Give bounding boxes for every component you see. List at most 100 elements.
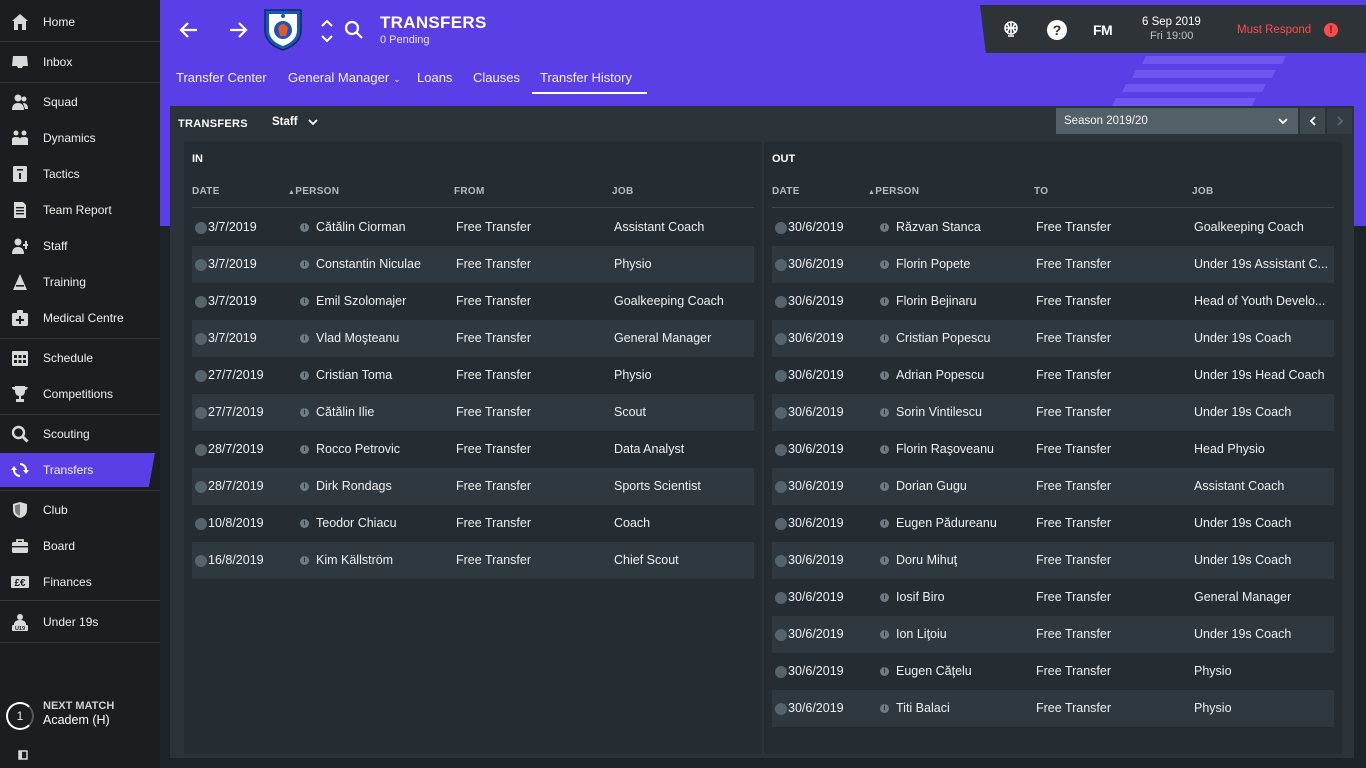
- column-header-person[interactable]: ▲PERSON: [868, 186, 919, 197]
- table-row[interactable]: 27/7/2019 i Cristian Toma Free Transfer Phys…: [192, 357, 754, 394]
- sidebar-item-inbox[interactable]: Inbox: [0, 45, 160, 79]
- fm-logo[interactable]: FM: [1093, 22, 1113, 38]
- person-name-link[interactable]: Eugen Pădureanu: [896, 516, 997, 530]
- sidebar-item-club[interactable]: Club: [0, 493, 160, 527]
- column-header-person[interactable]: ▲PERSON: [288, 186, 339, 197]
- column-header-date[interactable]: DATE: [772, 186, 800, 197]
- sidebar-item-under-19s[interactable]: U19 Under 19s: [0, 605, 160, 639]
- table-row[interactable]: 3/7/2019 i Emil Szolomajer Free Transfer Goa…: [192, 283, 754, 320]
- info-icon[interactable]: i: [880, 223, 889, 232]
- table-row[interactable]: 27/7/2019 i Cătălin Ilie Free Transfer Scout: [192, 394, 754, 431]
- column-header-job[interactable]: JOB: [1192, 186, 1213, 197]
- info-icon[interactable]: i: [880, 667, 889, 676]
- table-row[interactable]: 3/7/2019 i Cătălin Ciorman Free Transfer Ass…: [192, 209, 754, 246]
- person-name-link[interactable]: Emil Szolomajer: [316, 294, 406, 308]
- person-name-link[interactable]: Eugen Căţelu: [896, 664, 972, 678]
- table-row[interactable]: 10/8/2019 i Teodor Chiacu Free Transfer Coac…: [192, 505, 754, 542]
- info-icon[interactable]: i: [880, 556, 889, 565]
- person-name-link[interactable]: Sorin Vintilescu: [896, 405, 982, 419]
- info-icon[interactable]: i: [880, 260, 889, 269]
- tab-clauses[interactable]: Clauses: [473, 70, 520, 85]
- table-row[interactable]: 28/7/2019 i Dirk Rondags Free Transfer Sport…: [192, 468, 754, 505]
- sidebar-item-scouting[interactable]: Scouting: [0, 417, 160, 451]
- globe-icon[interactable]: [1002, 20, 1020, 38]
- info-icon[interactable]: i: [880, 630, 889, 639]
- person-name-link[interactable]: Cristian Toma: [316, 368, 392, 382]
- table-row[interactable]: 3/7/2019 i Vlad Moşteanu Free Transfer Gener…: [192, 320, 754, 357]
- table-row[interactable]: 30/6/2019 i Sorin Vintilescu Free Transfer U…: [772, 394, 1334, 431]
- column-header-from[interactable]: FROM: [454, 186, 485, 197]
- table-row[interactable]: 3/7/2019 i Constantin Niculae Free Transfer…: [192, 246, 754, 283]
- info-icon[interactable]: i: [300, 297, 309, 306]
- next-match-widget[interactable]: 1 NEXT MATCH Academ (H): [6, 700, 156, 734]
- person-name-link[interactable]: Florin Bejinaru: [896, 294, 977, 308]
- person-name-link[interactable]: Kim Källström: [316, 553, 393, 567]
- table-row[interactable]: 30/6/2019 i Eugen Căţelu Free Transfer Physi…: [772, 653, 1334, 690]
- forward-arrow-icon[interactable]: [226, 18, 250, 42]
- table-row[interactable]: 28/7/2019 i Rocco Petrovic Free Transfer Dat…: [192, 431, 754, 468]
- club-crest-icon[interactable]: [261, 6, 305, 52]
- person-name-link[interactable]: Titi Balaci: [896, 701, 950, 715]
- tab-transfer-history[interactable]: Transfer History: [540, 70, 632, 85]
- sidebar-item-team-report[interactable]: Team Report: [0, 193, 160, 227]
- sidebar-item-staff[interactable]: Staff: [0, 229, 160, 263]
- previous-season-button[interactable]: [1300, 108, 1325, 134]
- table-row[interactable]: 30/6/2019 i Iosif Biro Free Transfer General…: [772, 579, 1334, 616]
- sidebar-item-dynamics[interactable]: Dynamics: [0, 121, 160, 155]
- info-icon[interactable]: i: [880, 482, 889, 491]
- info-icon[interactable]: i: [880, 297, 889, 306]
- next-season-button[interactable]: [1327, 108, 1352, 134]
- info-icon[interactable]: i: [300, 519, 309, 528]
- person-name-link[interactable]: Adrian Popescu: [896, 368, 984, 382]
- person-name-link[interactable]: Florin Popete: [896, 257, 970, 271]
- back-arrow-icon[interactable]: [177, 18, 201, 42]
- person-name-link[interactable]: Rocco Petrovic: [316, 442, 400, 456]
- person-name-link[interactable]: Doru Mihuţ: [896, 553, 957, 567]
- person-name-link[interactable]: Răzvan Stanca: [896, 220, 981, 234]
- up-down-chevron-icon[interactable]: [320, 18, 334, 44]
- person-name-link[interactable]: Dirk Rondags: [316, 479, 392, 493]
- table-row[interactable]: 30/6/2019 i Răzvan Stanca Free Transfer Goal…: [772, 209, 1334, 246]
- person-name-link[interactable]: Cristian Popescu: [896, 331, 991, 345]
- column-header-job[interactable]: JOB: [612, 186, 633, 197]
- person-name-link[interactable]: Iosif Biro: [896, 590, 945, 604]
- help-icon[interactable]: ?: [1047, 20, 1067, 40]
- table-row[interactable]: 30/6/2019 i Dorian Gugu Free Transfer Assist…: [772, 468, 1334, 505]
- info-icon[interactable]: i: [300, 223, 309, 232]
- sidebar-item-training[interactable]: Training: [0, 265, 160, 299]
- sidebar-collapse-icon[interactable]: [18, 747, 28, 760]
- info-icon[interactable]: i: [880, 593, 889, 602]
- sidebar-item-transfers[interactable]: Transfers: [0, 453, 155, 487]
- sidebar-item-finances[interactable]: £€ Finances: [0, 565, 160, 599]
- must-respond-button[interactable]: Must Respond: [1237, 24, 1311, 36]
- person-name-link[interactable]: Florin Raşoveanu: [896, 442, 994, 456]
- table-row[interactable]: 30/6/2019 i Eugen Pădureanu Free Transfer Un…: [772, 505, 1334, 542]
- table-row[interactable]: 30/6/2019 i Florin Raşoveanu Free Transfer H…: [772, 431, 1334, 468]
- column-header-date[interactable]: DATE: [192, 186, 220, 197]
- info-icon[interactable]: i: [880, 519, 889, 528]
- info-icon[interactable]: i: [880, 371, 889, 380]
- sidebar-item-home[interactable]: Home: [0, 5, 160, 39]
- tab-transfer-center[interactable]: Transfer Center: [176, 70, 267, 85]
- table-row[interactable]: 16/8/2019 i Kim Källström Free Transfer Chie…: [192, 542, 754, 579]
- info-icon[interactable]: i: [300, 408, 309, 417]
- info-icon[interactable]: i: [300, 371, 309, 380]
- info-icon[interactable]: i: [300, 334, 309, 343]
- table-row[interactable]: 30/6/2019 i Titi Balaci Free Transfer Physio: [772, 690, 1334, 727]
- person-name-link[interactable]: Dorian Gugu: [896, 479, 967, 493]
- person-name-link[interactable]: Cătălin Ciorman: [316, 220, 406, 234]
- staff-filter-dropdown[interactable]: Staff: [272, 116, 318, 128]
- info-icon[interactable]: i: [880, 408, 889, 417]
- table-row[interactable]: 30/6/2019 i Cristian Popescu Free Transfer U…: [772, 320, 1334, 357]
- person-name-link[interactable]: Cătălin Ilie: [316, 405, 374, 419]
- person-name-link[interactable]: Teodor Chiacu: [316, 516, 397, 530]
- table-row[interactable]: 30/6/2019 i Florin Bejinaru Free Transfer He…: [772, 283, 1334, 320]
- info-icon[interactable]: i: [880, 704, 889, 713]
- search-icon[interactable]: [344, 20, 364, 40]
- sidebar-item-squad[interactable]: Squad: [0, 85, 160, 119]
- info-icon[interactable]: i: [880, 334, 889, 343]
- person-name-link[interactable]: Constantin Niculae: [316, 257, 421, 271]
- info-icon[interactable]: i: [300, 482, 309, 491]
- column-header-to[interactable]: TO: [1034, 186, 1048, 197]
- table-row[interactable]: 30/6/2019 i Florin Popete Free Transfer Unde…: [772, 246, 1334, 283]
